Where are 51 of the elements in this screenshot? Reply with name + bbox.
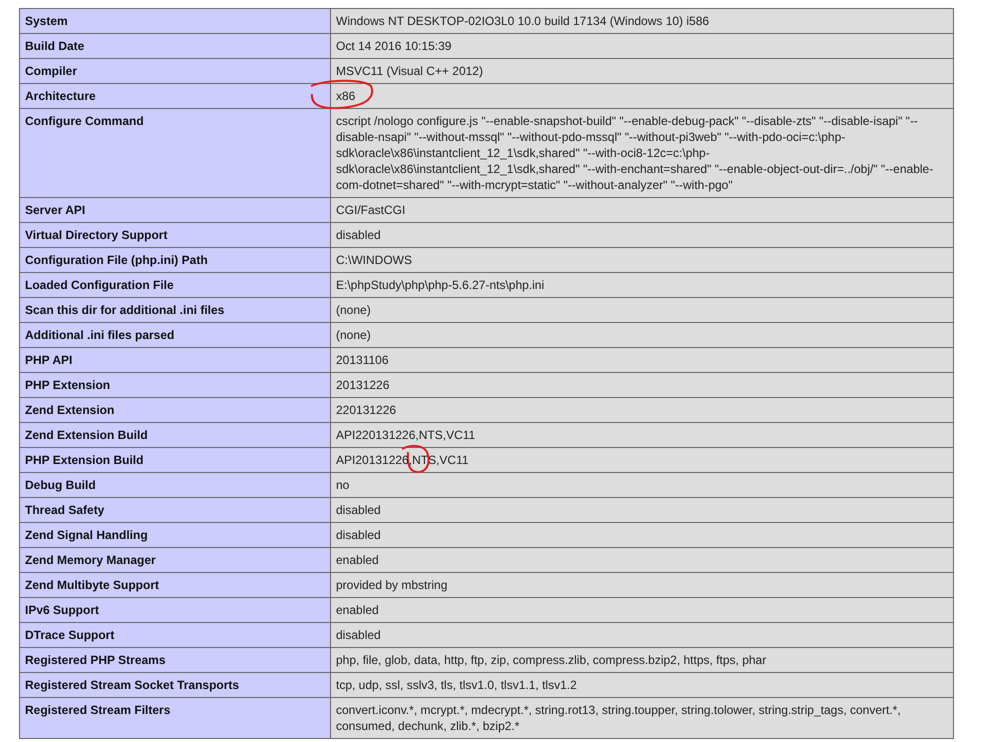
row-label: Thread Safety [20,498,330,522]
row-label: PHP Extension Build [20,448,330,472]
row-value: (none) [330,322,954,348]
row-value: 20131226 [330,372,954,398]
row-value: Windows NT DESKTOP-02IO3L0 10.0 build 17134 (Windows 10) i586 [330,8,954,34]
row-value: disabled [330,522,954,548]
row-value: no [330,472,954,498]
row-label: Registered Stream Filters [20,698,330,738]
row-label: System [20,8,330,34]
row-label: Architecture [20,84,330,108]
row-value: API220131226,NTS,VC11 [330,422,954,448]
row-value: E:\phpStudy\php\php-5.6.27-nts\php.ini [330,272,954,298]
row-value: MSVC11 (Visual C++ 2012) [330,58,954,84]
row-label: Scan this dir for additional .ini files [20,298,330,322]
row-label: Zend Extension [20,398,330,422]
row-value: convert.iconv.*, mcrypt.*, mdecrypt.*, string.rot13, string.toupper, string.tolower, string.strip_tags, convert.*, consumed, dechunk, zlib.*, bzip2.* [330,698,954,738]
row-value: CGI/FastCGI [330,198,954,222]
row-label: Debug Build [20,472,330,498]
row-label: Zend Extension Build [20,422,330,448]
row-label: Virtual Directory Support [20,222,330,248]
row-value: 20131106 [330,348,954,372]
row-label: Zend Memory Manager [20,548,330,572]
row-value: disabled [330,622,954,648]
row-label: Additional .ini files parsed [20,322,330,348]
row-value: cscript /nologo configure.js "--enable-snapshot-build" "--enable-debug-pack" "--disable-zts" "--disable-isapi" "--disable-nsapi" "--without-mssql" "--without-pdo-mssql" "--without-pi3web" "--with-pdo-oci=c:\php-sdk\oracle\x86\instantclient_12_1\sdk,shared" "--with-oci8-12c=c:\php-sdk\oracle\x86\instantclient_12_1\sdk,shared" "--with-enchant=shared" "--enable-object-out-dir=../obj/" "--enable-com-dotnet=shared" "--with-mcrypt=static" "--without-analyzer" "--with-pgo" [330,108,954,198]
row-label: Configuration File (php.ini) Path [20,248,330,272]
row-value: provided by mbstring [330,572,954,598]
row-label: Zend Signal Handling [20,522,330,548]
row-label: Configure Command [20,108,330,198]
row-value: C:\WINDOWS [330,248,954,272]
row-value: Oct 14 2016 10:15:39 [330,34,954,58]
row-label: Registered Stream Socket Transports [20,672,330,698]
row-label: DTrace Support [20,622,330,648]
row-value: tcp, udp, ssl, sslv3, tls, tlsv1.0, tlsv1.1, tlsv1.2 [330,672,954,698]
row-label: Loaded Configuration File [20,272,330,298]
row-label: Zend Multibyte Support [20,572,330,598]
row-value: 220131226 [330,398,954,422]
row-value: disabled [330,498,954,522]
row-value: (none) [330,298,954,322]
row-value: enabled [330,548,954,572]
row-label: PHP Extension [20,372,330,398]
row-label: PHP API [20,348,330,372]
row-value: x86 [336,89,356,103]
row-label: IPv6 Support [20,598,330,622]
row-value: php, file, glob, data, http, ftp, zip, compress.zlib, compress.bzip2, https, ftps, phar [330,648,954,672]
row-label: Server API [20,198,330,222]
row-label: Build Date [20,34,330,58]
row-label: Registered PHP Streams [20,648,330,672]
row-value: enabled [330,598,954,622]
row-value: disabled [330,222,954,248]
row-label: Compiler [20,58,330,84]
